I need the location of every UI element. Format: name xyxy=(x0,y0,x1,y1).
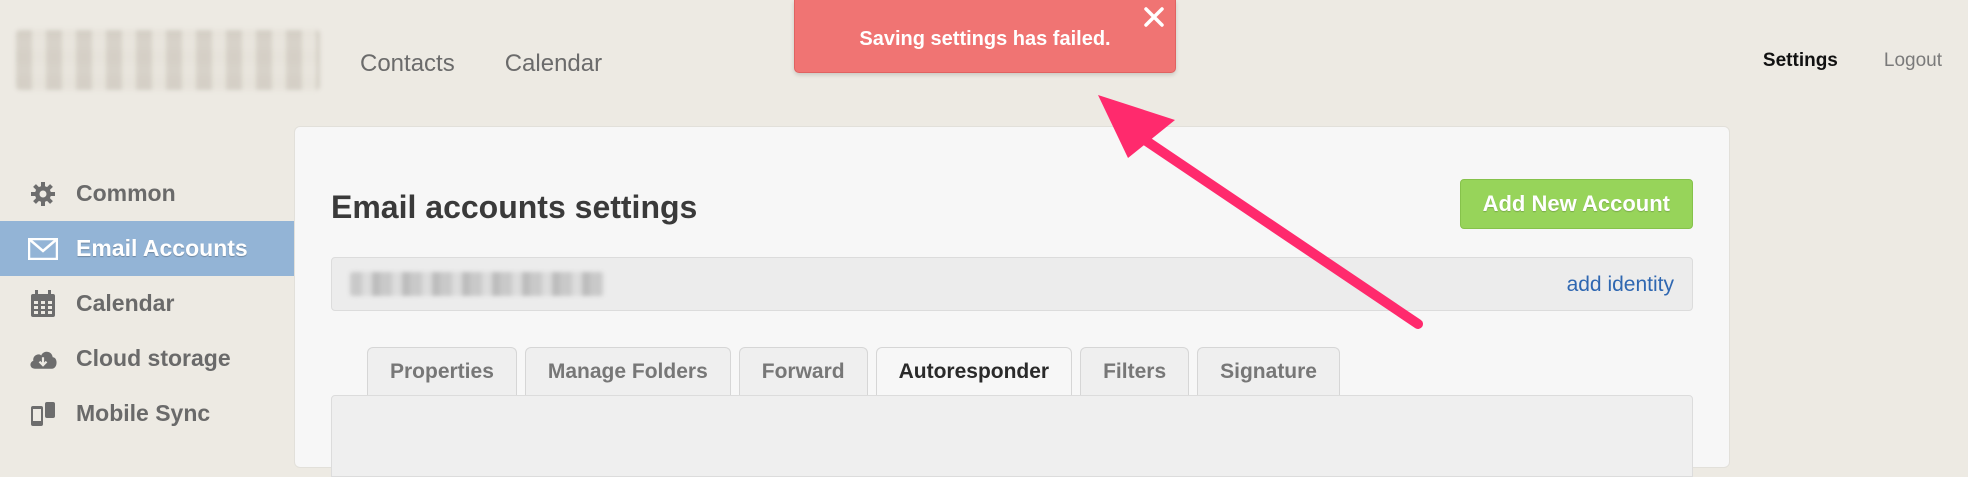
arrow-annotation xyxy=(1098,95,1423,329)
